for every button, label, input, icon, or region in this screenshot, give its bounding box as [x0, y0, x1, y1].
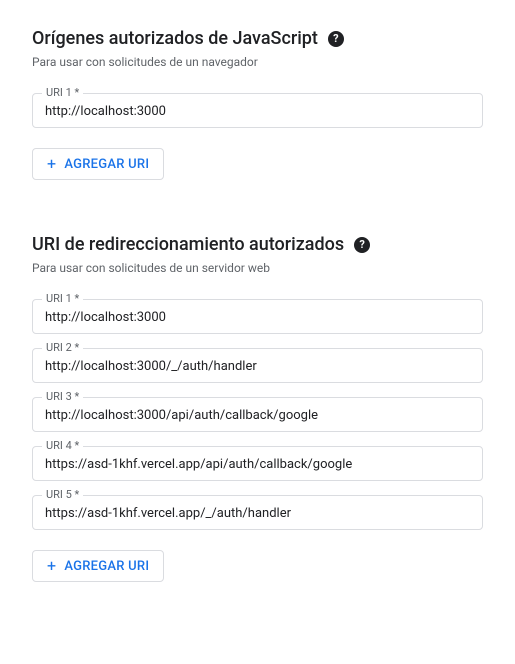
- field-label: URI 5 *: [42, 488, 83, 501]
- origins-fields: URI 1 *: [32, 93, 483, 128]
- help-icon[interactable]: ?: [354, 237, 370, 253]
- add-uri-label: AGREGAR URI: [64, 157, 149, 172]
- js-origins-section: Orígenes autorizados de JavaScript ? Par…: [32, 28, 483, 180]
- uri-input[interactable]: [32, 397, 483, 432]
- add-uri-button[interactable]: + AGREGAR URI: [32, 550, 164, 582]
- section-title: URI de redireccionamiento autorizados: [32, 234, 344, 255]
- field-label: URI 3 *: [42, 390, 83, 403]
- section-subtitle: Para usar con solicitudes de un servidor…: [32, 261, 483, 275]
- uri-field: URI 1 *: [32, 299, 483, 334]
- plus-icon: +: [47, 156, 56, 172]
- section-header: URI de redireccionamiento autorizados ?: [32, 234, 483, 255]
- uri-field: URI 5 *: [32, 495, 483, 530]
- redirect-uris-section: URI de redireccionamiento autorizados ? …: [32, 234, 483, 582]
- uri-input[interactable]: [32, 446, 483, 481]
- uri-input[interactable]: [32, 348, 483, 383]
- plus-icon: +: [47, 558, 56, 574]
- field-label: URI 2 *: [42, 341, 83, 354]
- add-uri-button[interactable]: + AGREGAR URI: [32, 148, 164, 180]
- help-icon[interactable]: ?: [328, 31, 344, 47]
- redirects-fields: URI 1 * URI 2 * URI 3 * URI 4 * URI 5 *: [32, 299, 483, 530]
- uri-field: URI 4 *: [32, 446, 483, 481]
- field-label: URI 4 *: [42, 439, 83, 452]
- uri-input[interactable]: [32, 495, 483, 530]
- section-header: Orígenes autorizados de JavaScript ?: [32, 28, 483, 49]
- uri-field: URI 2 *: [32, 348, 483, 383]
- section-subtitle: Para usar con solicitudes de un navegado…: [32, 55, 483, 69]
- uri-input[interactable]: [32, 93, 483, 128]
- field-label: URI 1 *: [42, 86, 83, 99]
- uri-field: URI 3 *: [32, 397, 483, 432]
- uri-input[interactable]: [32, 299, 483, 334]
- field-label: URI 1 *: [42, 292, 83, 305]
- section-title: Orígenes autorizados de JavaScript: [32, 28, 318, 49]
- uri-field: URI 1 *: [32, 93, 483, 128]
- add-uri-label: AGREGAR URI: [64, 559, 149, 574]
